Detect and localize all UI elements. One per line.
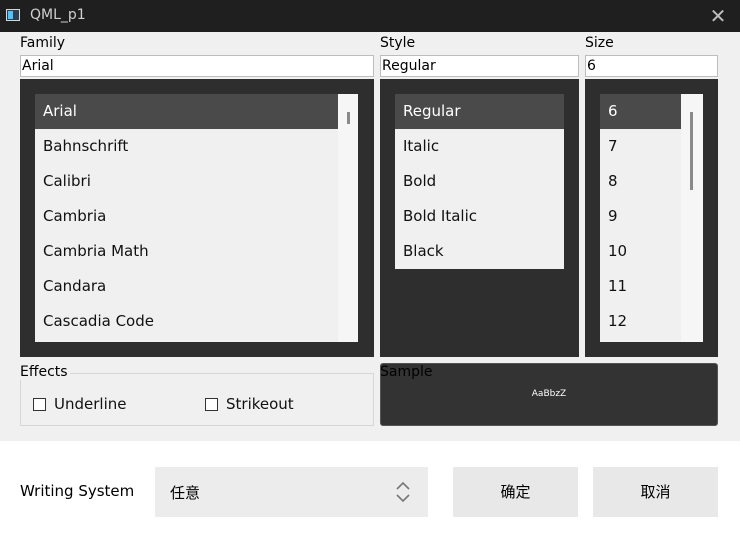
size-input[interactable]: 6 (585, 55, 718, 77)
size-item[interactable]: 10 (600, 234, 681, 269)
style-item[interactable]: Bold (395, 164, 564, 199)
effects-label: Effects (20, 364, 70, 380)
close-icon[interactable]: ✕ (704, 2, 732, 30)
size-item[interactable]: 9 (600, 199, 681, 234)
app-icon (6, 9, 20, 21)
sample-label: Sample (380, 364, 433, 380)
writing-system-value: 任意 (170, 484, 201, 502)
size-list[interactable]: 6 7 8 9 10 11 12 (600, 94, 681, 342)
bottom-bar: Writing System 任意 确定 取消 (0, 441, 740, 540)
title-bar: QML_p1 ✕ (0, 0, 740, 32)
family-item[interactable]: Bahnschrift (35, 129, 338, 164)
underline-label: Underline (54, 395, 127, 413)
strikeout-checkbox[interactable]: Strikeout (205, 395, 294, 413)
cancel-button[interactable]: 取消 (593, 467, 718, 517)
size-label: Size (585, 35, 614, 51)
size-scroll-thumb[interactable] (690, 112, 693, 190)
size-item[interactable]: 6 (600, 94, 681, 129)
size-item[interactable]: 8 (600, 164, 681, 199)
family-label: Family (20, 35, 66, 51)
size-scrollbar[interactable] (681, 94, 703, 342)
family-item[interactable]: Candara (35, 269, 338, 304)
underline-checkbox[interactable]: Underline (33, 395, 126, 413)
family-scrollbar[interactable] (338, 94, 358, 342)
family-input[interactable]: Arial (20, 55, 374, 77)
underline-checkbox-box[interactable] (33, 397, 46, 411)
family-list[interactable]: Arial Bahnschrift Calibri Cambria Cambri… (35, 94, 338, 342)
family-item[interactable]: Calibri (35, 164, 338, 199)
writing-system-label: Writing System (20, 482, 135, 500)
writing-system-combobox[interactable]: 任意 (155, 467, 428, 517)
ok-button[interactable]: 确定 (453, 467, 578, 517)
style-item[interactable]: Italic (395, 129, 564, 164)
style-item[interactable]: Black (395, 234, 564, 269)
size-item[interactable]: 11 (600, 269, 681, 304)
style-label: Style (380, 35, 416, 51)
style-list[interactable]: Regular Italic Bold Bold Italic Black (395, 94, 564, 269)
family-item[interactable]: Cascadia Code (35, 304, 338, 339)
family-item[interactable]: Cambria (35, 199, 338, 234)
family-scroll-thumb[interactable] (347, 112, 350, 124)
style-input[interactable]: Regular (380, 55, 579, 77)
size-item[interactable]: 12 (600, 304, 681, 339)
sample-text: AaBbzZ (531, 389, 567, 399)
strikeout-checkbox-box[interactable] (205, 397, 218, 411)
size-item[interactable]: 7 (600, 129, 681, 164)
updown-chevron-icon[interactable] (394, 478, 412, 506)
family-item[interactable]: Arial (35, 94, 338, 129)
style-item[interactable]: Bold Italic (395, 199, 564, 234)
family-item[interactable]: Cambria Math (35, 234, 338, 269)
strikeout-label: Strikeout (226, 395, 294, 413)
window-title: QML_p1 (30, 7, 86, 23)
style-item[interactable]: Regular (395, 94, 564, 129)
